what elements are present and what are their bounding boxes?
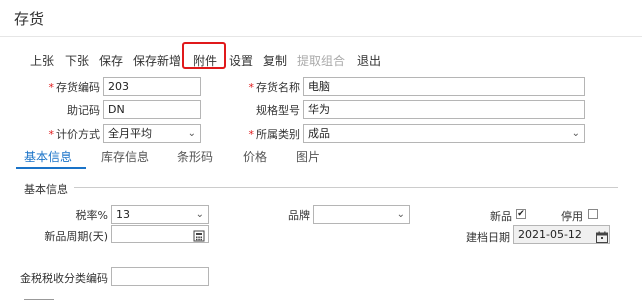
window-title: 存货 [14, 10, 45, 28]
costing-method-select[interactable]: 全月平均 ⌄ [103, 124, 201, 143]
exit-button[interactable]: 退出 [357, 52, 381, 69]
new-product-cycle-label: 新品周期(天) [44, 230, 108, 243]
tax-classification-code-label: 金税税收分类编码 [20, 272, 108, 285]
tax-classification-code-input[interactable] [111, 267, 209, 286]
attachment-highlight-box [182, 42, 226, 69]
disabled-label: 停用 [561, 210, 583, 223]
costing-method-label: * 计价方式 [48, 128, 101, 141]
costing-method-value: 全月平均 [108, 127, 152, 140]
tab-image[interactable]: 图片 [296, 148, 320, 165]
tab-inventory-info[interactable]: 库存信息 [101, 148, 149, 165]
calendar-icon[interactable] [596, 228, 608, 247]
save-and-new-button[interactable]: 保存新增 [133, 52, 181, 69]
mnemonic-input[interactable]: DN [103, 100, 201, 119]
new-product-label: 新品 [490, 210, 512, 223]
inventory-name-input[interactable]: 电脑 [303, 77, 585, 96]
disabled-checkbox[interactable] [588, 209, 598, 219]
chevron-down-icon: ⌄ [195, 209, 204, 220]
active-tab-indicator [16, 167, 86, 169]
calculator-icon[interactable] [193, 227, 205, 246]
tax-rate-value: 13 [116, 208, 130, 221]
tab-barcode[interactable]: 条形码 [177, 148, 213, 165]
next-record-button[interactable]: 下张 [65, 52, 89, 69]
category-label: * 所属类别 [248, 128, 301, 141]
spec-model-label: 规格型号 [256, 104, 300, 117]
settings-button[interactable]: 设置 [229, 52, 253, 69]
extract-combo-button[interactable]: 提取组合 [297, 52, 345, 69]
chevron-down-icon: ⌄ [187, 128, 196, 139]
chevron-down-icon: ⌄ [571, 128, 580, 139]
tab-basic-info[interactable]: 基本信息 [24, 148, 72, 165]
mnemonic-label: 助记码 [67, 104, 100, 117]
brand-label: 品牌 [288, 209, 310, 222]
section-divider [74, 187, 618, 188]
created-date-label: 建档日期 [466, 231, 510, 244]
save-button[interactable]: 保存 [99, 52, 123, 69]
inventory-code-label: * 存货编码 [48, 81, 101, 94]
category-value: 成品 [308, 127, 330, 140]
new-product-checkbox[interactable]: ✔ [516, 209, 526, 219]
category-select[interactable]: 成品 ⌄ [303, 124, 585, 143]
spec-model-input[interactable]: 华为 [303, 100, 585, 119]
tab-price[interactable]: 价格 [243, 148, 267, 165]
next-section-hint [24, 296, 64, 301]
prev-record-button[interactable]: 上张 [30, 52, 54, 69]
tax-rate-label: 税率% [75, 209, 108, 222]
section-title: 基本信息 [24, 183, 68, 196]
copy-button[interactable]: 复制 [263, 52, 287, 69]
inventory-name-label: * 存货名称 [248, 81, 301, 94]
inventory-code-input[interactable]: 203 [103, 77, 201, 96]
chevron-down-icon: ⌄ [396, 209, 405, 220]
brand-select[interactable]: ⌄ [313, 205, 410, 224]
tax-rate-select[interactable]: 13 ⌄ [111, 205, 209, 224]
title-bar [0, 0, 642, 37]
